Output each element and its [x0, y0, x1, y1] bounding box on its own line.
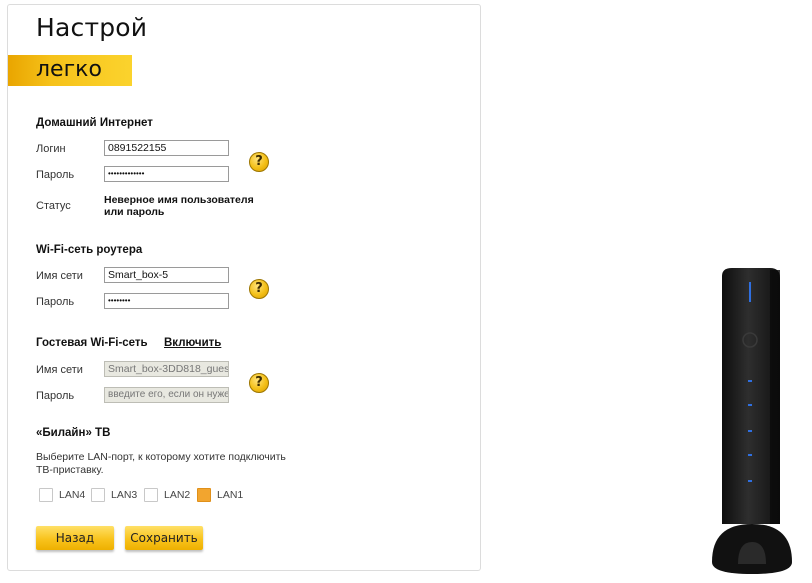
- home-internet-title: Домашний Интернет: [36, 117, 153, 129]
- password-label: Пароль: [36, 169, 75, 181]
- wifi-title: Wi-Fi-сеть роутера: [36, 244, 143, 256]
- guest-wifi-title: Гостевая Wi-Fi-сеть: [36, 337, 148, 349]
- guest-password-label: Пароль: [36, 390, 75, 402]
- logo-line1: Настрой: [36, 13, 148, 42]
- guest-wifi-enable-link[interactable]: Включить: [164, 337, 221, 349]
- router-image: [712, 268, 792, 574]
- lan2-checkbox[interactable]: [144, 488, 158, 502]
- logo-line2: легко: [36, 57, 102, 82]
- settings-panel: Настрой легко Домашний Интернет Логин 08…: [7, 4, 481, 571]
- tv-description: Выберите LAN-порт, к которому хотите под…: [36, 451, 286, 476]
- lan2-label: LAN2: [164, 489, 191, 501]
- wifi-ssid-label: Имя сети: [36, 270, 83, 282]
- guest-password-input[interactable]: введите его, если он нужен: [104, 387, 229, 403]
- wifi-password-input[interactable]: ••••••••: [104, 293, 229, 309]
- wifi-ssid-input[interactable]: Smart_box-5: [104, 267, 229, 283]
- status-value: Неверное имя пользователя или пароль: [104, 194, 254, 218]
- help-icon-internet[interactable]: ?: [249, 152, 269, 172]
- guest-ssid-label: Имя сети: [36, 364, 83, 376]
- login-label: Логин: [36, 143, 66, 155]
- help-icon-wifi[interactable]: ?: [249, 279, 269, 299]
- status-label: Статус: [36, 200, 71, 212]
- lan2-option[interactable]: LAN2: [144, 488, 190, 502]
- lan1-option[interactable]: LAN1: [197, 488, 243, 502]
- lan4-option[interactable]: LAN4: [39, 488, 85, 502]
- back-button[interactable]: Назад: [36, 526, 114, 550]
- wifi-password-label: Пароль: [36, 296, 75, 308]
- lan4-checkbox[interactable]: [39, 488, 53, 502]
- lan1-checkbox[interactable]: [197, 488, 211, 502]
- lan1-label: LAN1: [217, 489, 244, 501]
- lan3-checkbox[interactable]: [91, 488, 105, 502]
- save-button[interactable]: Сохранить: [125, 526, 203, 550]
- login-input[interactable]: 0891522155: [104, 140, 229, 156]
- lan3-option[interactable]: LAN3: [91, 488, 137, 502]
- lan4-label: LAN4: [59, 489, 86, 501]
- password-input[interactable]: •••••••••••••: [104, 166, 229, 182]
- guest-ssid-input[interactable]: Smart_box-3DD818_guest: [104, 361, 229, 377]
- lan3-label: LAN3: [111, 489, 138, 501]
- tv-title: «Билайн» ТВ: [36, 427, 111, 439]
- help-icon-guest[interactable]: ?: [249, 373, 269, 393]
